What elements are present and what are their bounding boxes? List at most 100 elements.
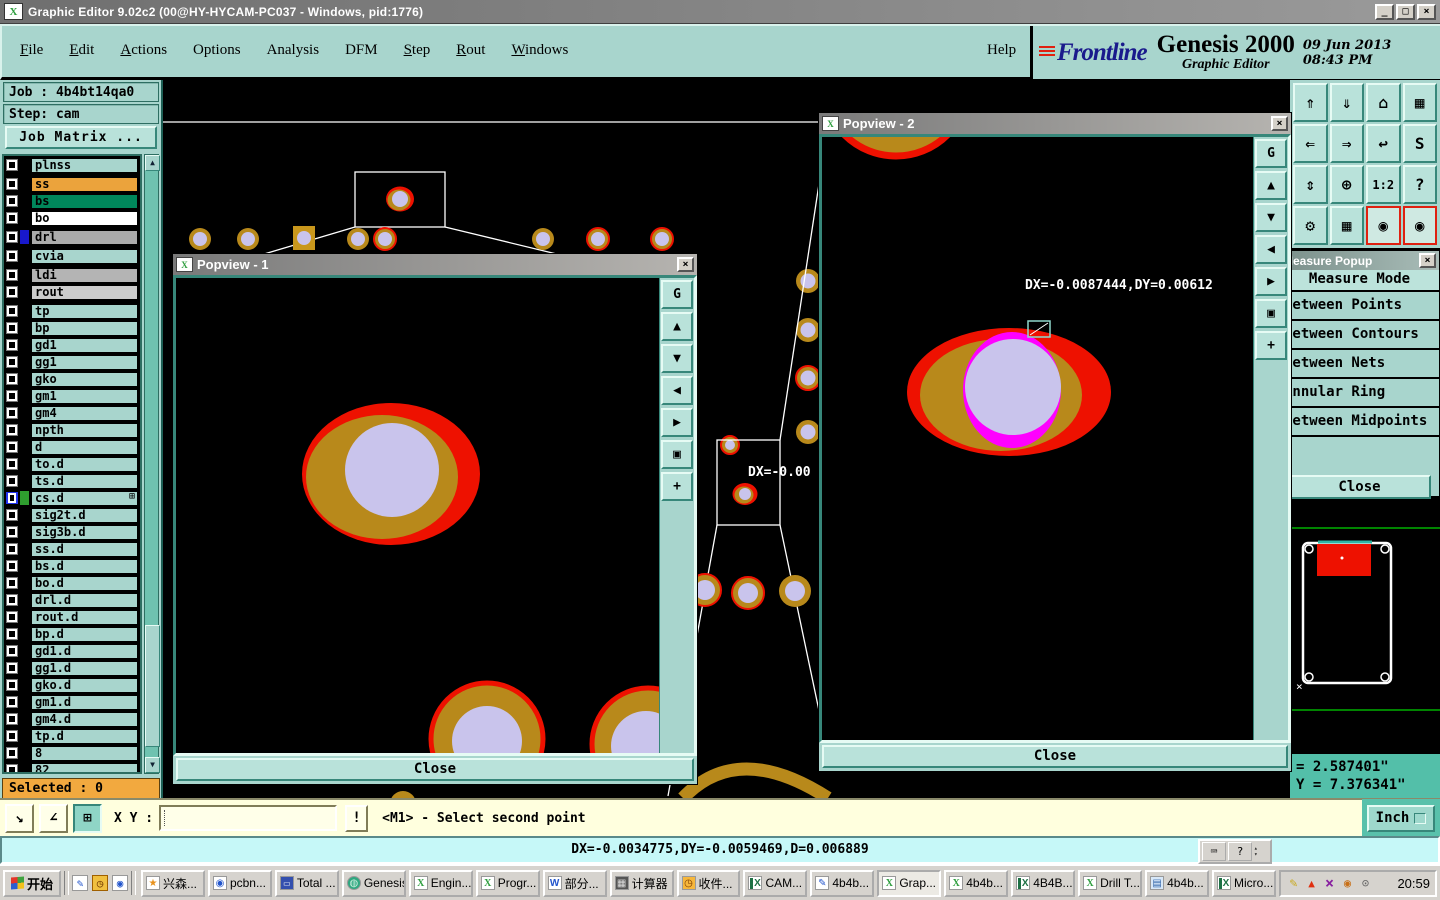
- menu-item[interactable]: Rout: [456, 42, 485, 59]
- layer-row[interactable]: gg1.d: [5, 660, 139, 676]
- popview-2-close-button[interactable]: Close: [822, 745, 1288, 768]
- pencil-icon[interactable]: [1286, 875, 1301, 891]
- unit-selector[interactable]: Inch: [1367, 804, 1435, 832]
- color-ring-icon[interactable]: [1340, 875, 1355, 891]
- layer-row[interactable]: ts.d: [5, 473, 139, 489]
- layer-visibility-checkbox[interactable]: [6, 373, 18, 385]
- xy-input[interactable]: [159, 805, 338, 831]
- measure-mode-option[interactable]: Between Points: [1280, 292, 1439, 321]
- clock-icon[interactable]: [92, 875, 108, 891]
- layer-visibility-checkbox[interactable]: [6, 509, 18, 521]
- scale-icon[interactable]: 1:2: [1366, 165, 1401, 204]
- layer-name[interactable]: sig2t.d: [31, 507, 138, 523]
- layer-name[interactable]: npth: [31, 422, 138, 438]
- setup-tools-icon[interactable]: ⚙: [1293, 206, 1328, 245]
- taskbar-task-button[interactable]: Progr...: [475, 869, 540, 897]
- layer-row[interactable]: gd1: [5, 337, 139, 353]
- layer-name[interactable]: 82: [31, 762, 138, 772]
- layer-visibility-checkbox[interactable]: [6, 305, 18, 317]
- layer-row[interactable]: ss: [5, 176, 139, 192]
- layer-name[interactable]: sig3b.d: [31, 524, 138, 540]
- taskbar-task-button[interactable]: CAM...: [743, 869, 808, 897]
- measure-mode-option[interactable]: Between Midpoints: [1280, 408, 1439, 437]
- layer-row[interactable]: ss.d: [5, 541, 139, 557]
- layer-row[interactable]: tp: [5, 303, 139, 319]
- layer-row[interactable]: npth: [5, 422, 139, 438]
- layer-visibility-checkbox[interactable]: [6, 286, 18, 298]
- layer-row[interactable]: d: [5, 439, 139, 455]
- screen-down-icon[interactable]: ⇓: [1329, 83, 1364, 122]
- layer-row[interactable]: cvia: [5, 248, 139, 264]
- menu-item-help[interactable]: Help: [987, 42, 1016, 59]
- layer-name[interactable]: bs: [31, 193, 138, 209]
- layer-row[interactable]: ldi: [5, 267, 139, 283]
- start-button[interactable]: 开始: [3, 869, 61, 897]
- zoom-center-icon[interactable]: ⊕: [1329, 165, 1364, 204]
- layer-row[interactable]: sig3b.d: [5, 524, 139, 540]
- zoom-out-icon[interactable]: ▼: [1255, 203, 1287, 232]
- layer-visibility-checkbox[interactable]: [6, 747, 18, 759]
- help-bubble-icon[interactable]: ?: [1228, 842, 1252, 861]
- layer-name[interactable]: gm4: [31, 405, 138, 421]
- layer-name[interactable]: gd1: [31, 337, 138, 353]
- taskbar-task-button[interactable]: 计算器: [609, 869, 674, 897]
- layer-visibility-checkbox[interactable]: [6, 628, 18, 640]
- grid-toggle-icon[interactable]: ⊞: [73, 803, 102, 833]
- popview-1-titlebar[interactable]: X Popview - 1 ×: [173, 254, 697, 275]
- layer-name[interactable]: to.d: [31, 456, 138, 472]
- measure-popup-close-button[interactable]: Close: [1288, 475, 1431, 499]
- layer-visibility-checkbox[interactable]: [6, 178, 18, 190]
- layer-name[interactable]: gm1.d: [31, 694, 138, 710]
- layer-name[interactable]: bp.d: [31, 626, 138, 642]
- layer-visibility-checkbox[interactable]: [6, 269, 18, 281]
- layer-row[interactable]: 82: [5, 762, 139, 772]
- taskbar-task-button[interactable]: Micro...: [1212, 869, 1276, 897]
- spin-down-icon[interactable]: ▾: [1254, 851, 1258, 858]
- fit-view-icon[interactable]: ▣: [1255, 299, 1287, 328]
- layer-name[interactable]: ldi: [31, 267, 138, 283]
- pan-right-icon[interactable]: ⇒: [1329, 124, 1364, 163]
- layer-row[interactable]: rout.d: [5, 609, 139, 625]
- pan-left-icon[interactable]: ◀: [661, 376, 693, 405]
- help-icon[interactable]: ?: [1402, 165, 1437, 204]
- layer-row[interactable]: plnss: [5, 157, 139, 173]
- layer-row[interactable]: gm1.d: [5, 694, 139, 710]
- layer-name[interactable]: tp.d: [31, 728, 138, 744]
- layer-row[interactable]: drl.d: [5, 592, 139, 608]
- taskbar-task-button[interactable]: Drill T...: [1078, 869, 1143, 897]
- popview-2-canvas[interactable]: DX=-0.0087444,DY=0.00612: [822, 137, 1253, 740]
- job-matrix-button[interactable]: Job Matrix ...: [5, 126, 157, 149]
- home-view-icon[interactable]: ⌂: [1366, 83, 1401, 122]
- scroll-up-icon[interactable]: ▲: [145, 155, 160, 171]
- taskbar-task-button[interactable]: Grap...: [877, 869, 942, 897]
- layer-row[interactable]: drl: [5, 229, 139, 245]
- menu-item[interactable]: Analysis: [267, 42, 320, 59]
- menu-item[interactable]: Edit: [69, 42, 94, 59]
- window-xy-icon[interactable]: ▦: [1402, 83, 1437, 122]
- layer-name[interactable]: gg1.d: [31, 660, 138, 676]
- layer-visibility-checkbox[interactable]: [6, 594, 18, 606]
- layer-visibility-checkbox[interactable]: [6, 159, 18, 171]
- menu-item[interactable]: Windows: [511, 42, 568, 59]
- menu-item[interactable]: Step: [404, 42, 431, 59]
- layer-visibility-checkbox[interactable]: [6, 441, 18, 453]
- layer-name[interactable]: gko.d: [31, 677, 138, 693]
- layer-name[interactable]: rout.d: [31, 609, 138, 625]
- layer-row[interactable]: cs.d ⊞: [5, 490, 139, 506]
- layer-row[interactable]: gm4: [5, 405, 139, 421]
- layer-name[interactable]: bs.d: [31, 558, 138, 574]
- scroll-down-icon[interactable]: ▼: [145, 757, 160, 773]
- layer-row[interactable]: gm4.d: [5, 711, 139, 727]
- layer-name[interactable]: plnss: [31, 157, 138, 173]
- taskbar-task-button[interactable]: 4b4b...: [810, 869, 875, 897]
- popview-2-close-icon[interactable]: ×: [1271, 116, 1288, 131]
- layer-visibility-checkbox[interactable]: [6, 611, 18, 623]
- measure-popup-titlebar[interactable]: Measure Popup ×: [1280, 251, 1439, 270]
- layer-name[interactable]: gko: [31, 371, 138, 387]
- layer-visibility-checkbox[interactable]: [6, 250, 18, 262]
- measure-angle-icon[interactable]: ∠: [39, 803, 68, 833]
- layer-row[interactable]: sig2t.d: [5, 507, 139, 523]
- highlight-net-icon[interactable]: ◉: [1366, 206, 1401, 245]
- red-arrow-icon[interactable]: [1304, 875, 1319, 891]
- popview-1-close-icon[interactable]: ×: [677, 257, 694, 272]
